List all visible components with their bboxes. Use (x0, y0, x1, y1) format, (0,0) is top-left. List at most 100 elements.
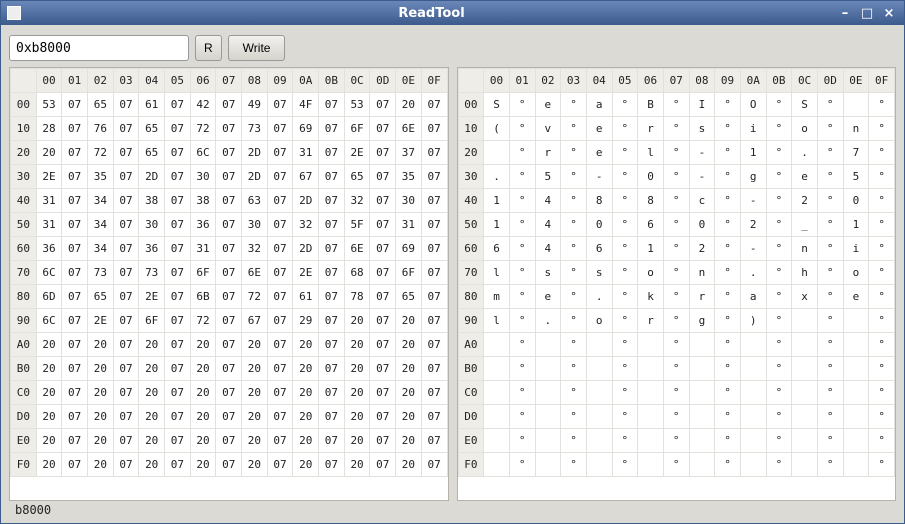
cell[interactable]: 07 (319, 117, 345, 141)
cell[interactable]: 07 (267, 309, 293, 333)
cell[interactable]: 07 (421, 381, 447, 405)
cell[interactable]: ° (509, 213, 535, 237)
cell[interactable]: h (792, 261, 818, 285)
col-header[interactable]: 00 (36, 69, 62, 93)
cell[interactable]: 07 (319, 213, 345, 237)
cell[interactable]: o (843, 261, 869, 285)
cell[interactable]: 07 (62, 405, 88, 429)
cell[interactable]: 20 (396, 453, 422, 477)
cell[interactable]: 67 (242, 309, 268, 333)
cell[interactable]: r (638, 117, 664, 141)
cell[interactable]: ° (715, 141, 741, 165)
cell[interactable]: 2 (740, 213, 766, 237)
cell[interactable]: r (638, 309, 664, 333)
cell[interactable]: ) (740, 309, 766, 333)
cell[interactable]: 6F (396, 261, 422, 285)
cell[interactable]: 07 (267, 453, 293, 477)
cell[interactable]: ° (663, 285, 689, 309)
cell[interactable]: 20 (139, 429, 165, 453)
cell[interactable]: 07 (113, 141, 139, 165)
cell[interactable] (689, 381, 715, 405)
cell[interactable] (586, 453, 612, 477)
cell[interactable]: 35 (396, 165, 422, 189)
cell[interactable]: 07 (370, 429, 396, 453)
cell[interactable]: ° (869, 165, 895, 189)
cell[interactable]: 07 (62, 333, 88, 357)
cell[interactable]: 07 (113, 309, 139, 333)
cell[interactable]: 07 (216, 141, 242, 165)
cell[interactable]: ° (766, 117, 792, 141)
cell[interactable]: ° (509, 165, 535, 189)
cell[interactable]: 32 (293, 213, 319, 237)
cell[interactable]: 20 (88, 333, 114, 357)
cell[interactable]: ° (561, 381, 587, 405)
cell[interactable]: c (689, 189, 715, 213)
cell[interactable]: 07 (370, 453, 396, 477)
cell[interactable]: 65 (88, 93, 114, 117)
cell[interactable]: 20 (344, 333, 370, 357)
cell[interactable]: ° (817, 237, 843, 261)
cell[interactable]: 07 (421, 333, 447, 357)
cell[interactable]: 20 (36, 429, 62, 453)
cell[interactable]: 2E (293, 261, 319, 285)
cell[interactable]: 07 (62, 429, 88, 453)
cell[interactable]: ° (663, 333, 689, 357)
cell[interactable]: 07 (113, 213, 139, 237)
cell[interactable]: 20 (88, 381, 114, 405)
cell[interactable]: 1 (740, 141, 766, 165)
cell[interactable]: B (638, 93, 664, 117)
cell[interactable]: 78 (344, 285, 370, 309)
cell[interactable]: ° (663, 237, 689, 261)
cell[interactable]: 20 (242, 429, 268, 453)
cell[interactable]: 20 (242, 357, 268, 381)
cell[interactable]: 73 (242, 117, 268, 141)
cell[interactable]: 07 (370, 357, 396, 381)
row-header[interactable]: 10 (11, 117, 37, 141)
col-header[interactable]: 08 (242, 69, 268, 93)
cell[interactable]: 07 (319, 189, 345, 213)
cell[interactable]: 07 (267, 261, 293, 285)
cell[interactable]: 20 (344, 381, 370, 405)
cell[interactable]: 07 (421, 117, 447, 141)
cell[interactable]: 31 (396, 213, 422, 237)
cell[interactable]: 20 (344, 429, 370, 453)
cell[interactable]: 20 (396, 429, 422, 453)
cell[interactable]: 1 (638, 237, 664, 261)
cell[interactable]: ° (869, 405, 895, 429)
cell[interactable]: ° (869, 285, 895, 309)
cell[interactable] (843, 93, 869, 117)
cell[interactable]: ° (509, 357, 535, 381)
row-header[interactable]: C0 (11, 381, 37, 405)
cell[interactable] (689, 405, 715, 429)
cell[interactable]: ° (817, 141, 843, 165)
cell[interactable]: ° (612, 453, 638, 477)
cell[interactable] (740, 381, 766, 405)
cell[interactable] (638, 405, 664, 429)
cell[interactable]: 6C (190, 141, 216, 165)
cell[interactable]: 20 (190, 357, 216, 381)
cell[interactable]: 5F (344, 213, 370, 237)
col-header[interactable]: 0B (766, 69, 792, 93)
cell[interactable]: 07 (216, 213, 242, 237)
row-header[interactable]: 40 (11, 189, 37, 213)
cell[interactable]: v (535, 117, 561, 141)
cell[interactable]: 07 (113, 285, 139, 309)
cell[interactable]: 20 (293, 381, 319, 405)
cell[interactable]: ° (663, 309, 689, 333)
cell[interactable]: 07 (216, 165, 242, 189)
cell[interactable]: 34 (88, 189, 114, 213)
col-header[interactable]: 09 (715, 69, 741, 93)
cell[interactable]: - (740, 189, 766, 213)
cell[interactable]: ° (869, 237, 895, 261)
cell[interactable]: 20 (139, 405, 165, 429)
cell[interactable]: 20 (190, 381, 216, 405)
cell[interactable]: ° (612, 213, 638, 237)
col-header[interactable]: 0F (421, 69, 447, 93)
cell[interactable]: ° (715, 309, 741, 333)
cell[interactable]: 20 (36, 141, 62, 165)
cell[interactable]: 07 (267, 357, 293, 381)
cell[interactable] (843, 333, 869, 357)
cell[interactable]: ° (817, 93, 843, 117)
cell[interactable]: e (535, 285, 561, 309)
cell[interactable]: 07 (319, 141, 345, 165)
